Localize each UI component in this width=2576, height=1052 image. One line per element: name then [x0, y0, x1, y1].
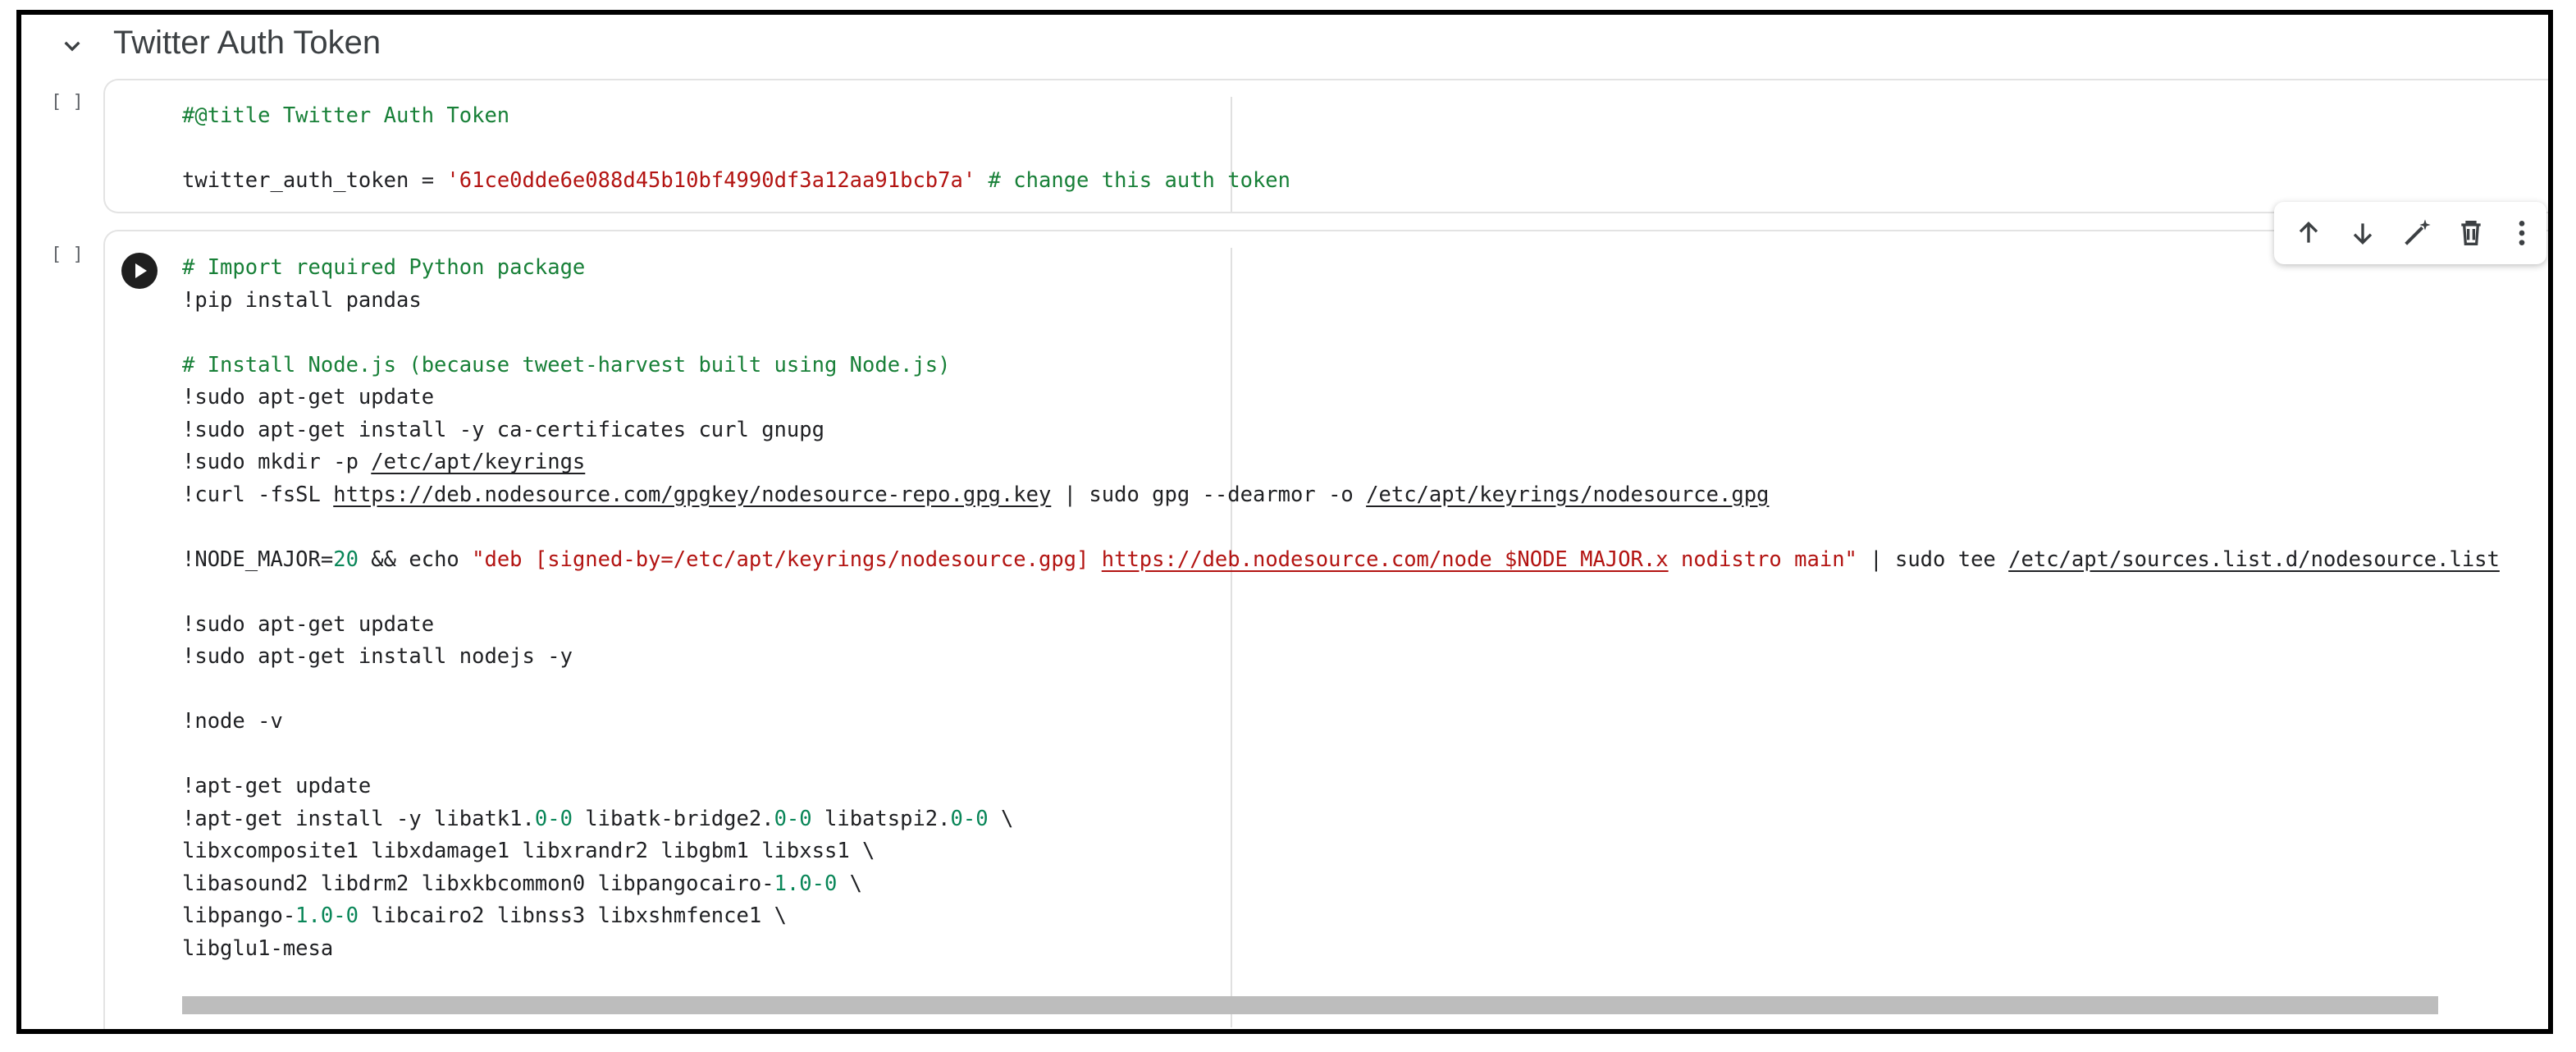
code-text: !apt-get install -y libatk1. — [182, 806, 535, 831]
code-line: # Import required Python package — [182, 252, 2500, 285]
code-text: libxcomposite1 libxdamage1 libxrandr2 li… — [182, 839, 875, 863]
path-link[interactable]: /etc/apt/sources.list.d/nodesource.list — [2008, 547, 2500, 572]
code-number: 0-0 — [950, 806, 989, 831]
code-text: \ — [988, 806, 1014, 831]
code-number: 0-0 — [774, 806, 812, 831]
code-string: "deb [signed-by=/etc/apt/keyrings/nodeso… — [472, 547, 1102, 572]
code-line: !sudo apt-get update — [182, 382, 2500, 414]
chevron-down-icon[interactable] — [56, 30, 89, 62]
code-text: !sudo apt-get install nodejs -y — [182, 644, 573, 669]
code-line: !sudo apt-get update — [182, 609, 2500, 642]
horizontal-scrollbar[interactable] — [182, 996, 2438, 1014]
code-line: libxcomposite1 libxdamage1 libxrandr2 li… — [182, 835, 2500, 868]
code-text: && echo — [358, 547, 473, 572]
auth-token-string: '61ce0dde6e088d45b10bf4990df3a12aa91bcb7… — [446, 168, 976, 193]
url-link[interactable]: https://deb.nodesource.com/gpgkey/nodeso… — [333, 483, 1051, 507]
code-number: 1.0-0 — [295, 903, 359, 928]
code-text: libatspi2. — [811, 806, 951, 831]
code-line: !node -v — [182, 706, 2500, 739]
code-line: libglu1-mesa — [182, 933, 2500, 966]
code-text: \ — [837, 871, 863, 896]
trash-icon[interactable] — [2455, 217, 2487, 249]
code-text: !curl -fsSL — [182, 482, 334, 507]
code-comment: #@title Twitter Auth Token — [182, 103, 510, 128]
cell-execution-count: [ ] — [51, 245, 84, 265]
magic-wand-icon[interactable] — [2400, 217, 2433, 249]
code-text: libpango- — [182, 903, 296, 928]
code-editor-auth-token[interactable]: #@title Twitter Auth Token twitter_auth_… — [182, 100, 1290, 198]
code-line: !sudo apt-get install -y ca-certificates… — [182, 414, 2500, 447]
code-text: !sudo apt-get update — [182, 611, 435, 637]
notebook-frame: Twitter Auth Token [ ] #@title Twitter A… — [16, 10, 2553, 1034]
code-number: 0-0 — [534, 806, 573, 831]
code-text: !node -v — [182, 709, 283, 734]
code-comment: # change this auth token — [975, 168, 1291, 193]
cell-toolbar — [2274, 202, 2546, 264]
code-line: libasound2 libdrm2 libxkbcommon0 libpang… — [182, 868, 2500, 901]
section-header: Twitter Auth Token — [21, 15, 2548, 74]
more-vert-icon[interactable] — [2505, 217, 2538, 249]
code-line: #@title Twitter Auth Token — [182, 100, 1290, 133]
run-cell-button[interactable] — [121, 253, 158, 289]
code-text: twitter_auth_token = — [182, 168, 447, 193]
arrow-down-icon[interactable] — [2346, 217, 2379, 249]
code-text: !pip install pandas — [182, 287, 422, 313]
code-number: 1.0-0 — [774, 871, 838, 896]
code-line: !sudo apt-get install nodejs -y — [182, 641, 2500, 674]
code-line: !curl -fsSL https://deb.nodesource.com/g… — [182, 479, 2500, 512]
play-icon — [135, 263, 147, 278]
url-link[interactable]: https://deb.nodesource.com/node_$NODE_MA… — [1102, 547, 1669, 572]
code-line: libpango-1.0-0 libcairo2 libnss3 libxshm… — [182, 900, 2500, 933]
code-text: !sudo apt-get install -y ca-certificates… — [182, 417, 824, 442]
code-line: !apt-get update — [182, 771, 2500, 803]
code-comment: # Install Node.js (because tweet-harvest… — [182, 352, 951, 377]
path-link[interactable]: /etc/apt/keyrings/nodesource.gpg — [1366, 483, 1769, 507]
code-line: twitter_auth_token = '61ce0dde6e088d45b1… — [182, 165, 1290, 198]
arrow-up-icon[interactable] — [2292, 217, 2325, 249]
cell-execution-count: [ ] — [51, 92, 84, 112]
code-line: !apt-get install -y libatk1.0-0 libatk-b… — [182, 803, 2500, 836]
code-text: | sudo tee — [1857, 547, 2009, 572]
code-text: !NODE_MAJOR= — [182, 547, 334, 572]
code-number: 20 — [333, 547, 359, 572]
code-comment: # Import required Python package — [182, 255, 586, 280]
code-text: | sudo gpg --dearmor -o — [1051, 482, 1367, 507]
code-line: !pip install pandas — [182, 285, 2500, 318]
path-link[interactable]: /etc/apt/keyrings — [371, 450, 585, 474]
code-editor-install[interactable]: # Import required Python package !pip ins… — [182, 252, 2500, 965]
code-text: !apt-get update — [182, 774, 372, 798]
code-string: nodistro main" — [1668, 547, 1857, 572]
section-title: Twitter Auth Token — [113, 25, 381, 61]
code-text: libcairo2 libnss3 libxshmfence1 \ — [358, 903, 787, 928]
code-text: libglu1-mesa — [182, 935, 334, 961]
code-text: libasound2 libdrm2 libxkbcommon0 libpang… — [182, 871, 774, 896]
code-text: !sudo apt-get update — [182, 385, 435, 409]
code-line: # Install Node.js (because tweet-harvest… — [182, 350, 2500, 382]
code-line: !sudo mkdir -p /etc/apt/keyrings — [182, 446, 2500, 479]
code-text: !sudo mkdir -p — [182, 450, 372, 474]
code-text: libatk-bridge2. — [572, 806, 774, 831]
code-line: !NODE_MAJOR=20 && echo "deb [signed-by=/… — [182, 544, 2500, 577]
